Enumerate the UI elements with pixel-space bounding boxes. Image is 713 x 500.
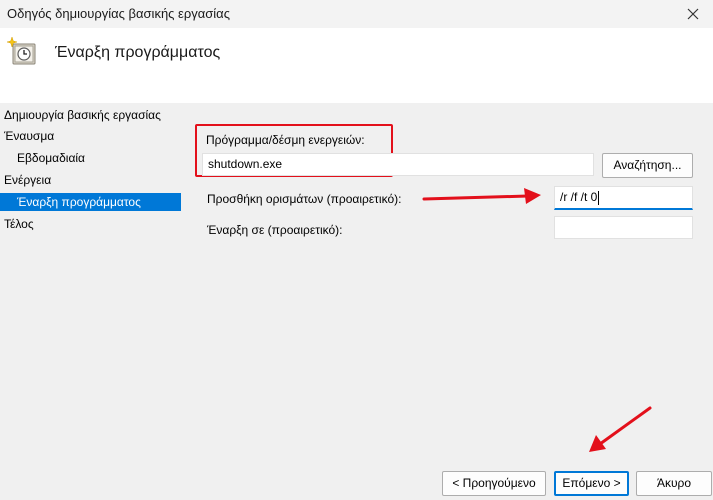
task-scheduler-clock-icon (6, 36, 36, 65)
sidebar-item-create-basic-task[interactable]: Δημιουργία βασικής εργασίας (4, 106, 161, 124)
text-caret (598, 190, 600, 205)
title-bar: Οδηγός δημιουργίας βασικής εργασίας (0, 0, 713, 28)
program-script-input[interactable]: shutdown.exe (202, 153, 594, 176)
start-in-input[interactable] (554, 216, 693, 239)
page-title: Έναρξη προγράμματος (55, 44, 221, 61)
sidebar-item-weekly[interactable]: Εβδομαδιαία (17, 149, 85, 167)
wizard-header: Έναρξη προγράμματος (0, 28, 713, 103)
close-icon (687, 8, 699, 20)
sidebar-item-action[interactable]: Ενέργεια (4, 171, 51, 189)
arguments-value: /r /f /t 0 (560, 190, 598, 204)
arrow-to-next-icon (589, 406, 652, 452)
program-script-label: Πρόγραμμα/δέσμη ενεργειών: (206, 133, 365, 147)
cancel-button[interactable]: Άκυρο (636, 471, 712, 496)
sidebar-item-finish[interactable]: Τέλος (4, 215, 34, 233)
arrow-to-arguments-icon (422, 188, 541, 204)
arguments-label: Προσθήκη ορισμάτων (προαιρετικό): (207, 192, 402, 206)
browse-button[interactable]: Αναζήτηση... (602, 153, 693, 178)
wizard-steps-sidebar: Δημιουργία βασικής εργασίας Έναυσμα Εβδο… (0, 104, 185, 500)
start-in-label: Έναρξη σε (προαιρετικό): (207, 223, 343, 237)
next-button[interactable]: Επόμενο > (554, 471, 629, 496)
sidebar-item-trigger[interactable]: Έναυσμα (4, 127, 54, 145)
arguments-input[interactable]: /r /f /t 0 (554, 186, 693, 210)
close-button[interactable] (673, 0, 713, 28)
sidebar-item-start-program[interactable]: Έναρξη προγράμματος (0, 193, 181, 211)
back-button[interactable]: < Προηγούμενο (442, 471, 546, 496)
window-title: Οδηγός δημιουργίας βασικής εργασίας (7, 6, 230, 21)
